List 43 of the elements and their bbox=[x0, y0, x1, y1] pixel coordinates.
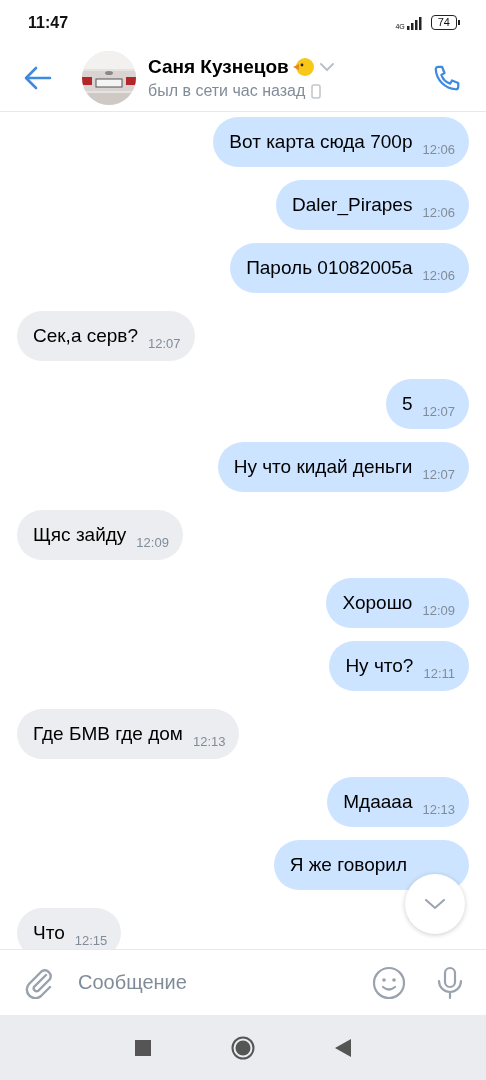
message-text: Мдаааа bbox=[343, 791, 413, 813]
message-text: Хорошо bbox=[342, 592, 413, 614]
message-text: Вот карта сюда 700р bbox=[229, 131, 413, 153]
message-text: Пароль 01082005а bbox=[246, 257, 413, 279]
emoji-button[interactable] bbox=[372, 965, 406, 1000]
message-text: Daler_Pirapes bbox=[292, 194, 413, 216]
contact-name[interactable]: Саня Кузнецов bbox=[148, 56, 289, 78]
message-input[interactable]: Сообщение bbox=[76, 961, 372, 1004]
message-time: 12:13 bbox=[422, 802, 455, 817]
call-button[interactable] bbox=[432, 63, 462, 93]
message-text: Я же говорил bbox=[289, 854, 407, 876]
message-text: 5 bbox=[401, 393, 413, 415]
message-text: Щяс зайду bbox=[33, 524, 127, 546]
message-time: 12:13 bbox=[192, 734, 226, 749]
message-time: 12:09 bbox=[136, 535, 169, 550]
recents-button[interactable] bbox=[135, 1039, 151, 1056]
message-time: 12:09 bbox=[422, 603, 455, 618]
back-button[interactable] bbox=[24, 66, 52, 90]
chick-icon bbox=[292, 57, 315, 77]
online-status: был в сети час назад bbox=[148, 82, 306, 100]
message-time: 12:07 bbox=[422, 404, 455, 419]
back-nav-button[interactable] bbox=[335, 1038, 351, 1057]
message-time: 12:11 bbox=[423, 666, 455, 681]
message-text: Ну что кидай деньги bbox=[233, 456, 413, 478]
attach-button[interactable] bbox=[24, 966, 54, 999]
message-time: 12:06 bbox=[422, 268, 455, 283]
message-time: 12:07 bbox=[148, 336, 181, 351]
message-text: Где БМВ где дом bbox=[33, 723, 183, 745]
phone-device-icon bbox=[311, 83, 322, 99]
message-time: 12:15 bbox=[74, 933, 108, 948]
message-text: Что bbox=[33, 922, 65, 944]
message-time: 12:06 bbox=[422, 205, 455, 220]
battery-icon: 74 bbox=[430, 15, 460, 30]
microphone-button[interactable] bbox=[436, 965, 464, 1000]
message-text: Сек,а серв? bbox=[33, 325, 139, 347]
home-button[interactable] bbox=[231, 1035, 255, 1060]
message-text: Ну что? bbox=[345, 655, 414, 677]
chevron-down-icon bbox=[424, 898, 446, 910]
message-time: 12:07 bbox=[422, 467, 455, 482]
signal-icon bbox=[406, 15, 425, 30]
clock-time: 11:47 bbox=[28, 13, 69, 32]
chevron-down-icon[interactable] bbox=[318, 62, 335, 72]
message-time: 12:06 bbox=[422, 142, 455, 157]
